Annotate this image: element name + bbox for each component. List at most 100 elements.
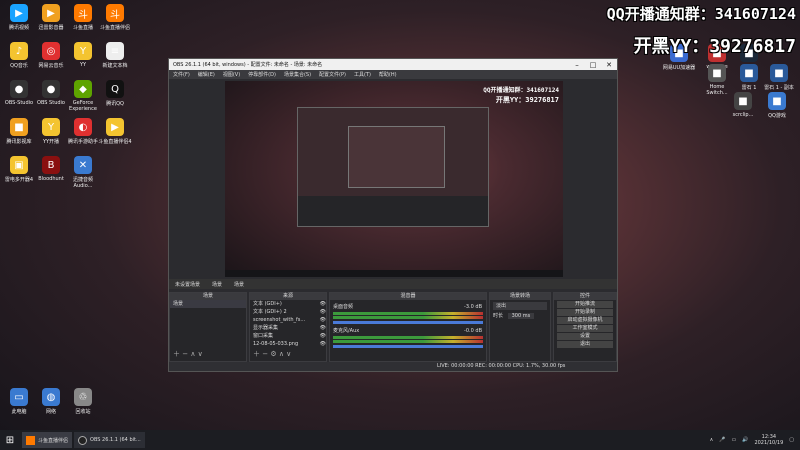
taskbar-item-douyu[interactable]: 斗鱼直播伴侣 xyxy=(22,432,73,448)
mixer-dock: 混音器 桌面音频 -3.0 dB 麦克风/Aux -0.0 dB xyxy=(329,292,487,362)
obs-window[interactable]: OBS 26.1.1 (64 bit, windows) - 配置文件: 未命名… xyxy=(168,58,618,372)
taskbar-item-label: OBS 26.1.1 (64 bit... xyxy=(90,437,141,443)
desktop-icon[interactable]: ◐ 腾讯手游助手 xyxy=(66,118,100,145)
obs-titlebar[interactable]: OBS 26.1.1 (64 bit, windows) - 配置文件: 未命名… xyxy=(169,59,617,70)
tray-chevron-up-icon[interactable]: ∧ xyxy=(710,437,714,443)
menu-item[interactable]: 帮助(H) xyxy=(375,71,401,78)
volume-icon[interactable]: 🔊 xyxy=(742,437,748,443)
desktop-icon[interactable]: 斗斗鱼直播 xyxy=(66,4,100,31)
menu-item[interactable]: 编辑(E) xyxy=(194,71,219,78)
sources-dock: 来源 文本 (GDI+) 👁 文本 (GDI+) 2 👁 screenshot_wi… xyxy=(249,292,327,362)
control-button[interactable]: 开始录制 xyxy=(557,309,613,316)
desktop-icon[interactable]: Q 腾讯QQ xyxy=(98,80,132,107)
sources-dock-toolbar[interactable]: ＋ − ⚙ ∧ ∨ xyxy=(253,349,291,359)
scene-tab[interactable]: 场景 xyxy=(228,281,250,288)
menu-item[interactable]: 停靠部件(D) xyxy=(244,71,280,78)
desktop-icon[interactable]: 斗斗鱼直播伴侣 xyxy=(98,4,132,31)
menu-item[interactable]: 工具(T) xyxy=(350,71,375,78)
control-button[interactable]: 退出 xyxy=(557,341,613,348)
desktop-icon-label: 迅雷影音器 xyxy=(38,25,64,31)
minimize-icon[interactable]: – xyxy=(569,61,585,69)
source-item[interactable]: 12-08-05-033.png 👁 xyxy=(250,340,326,348)
desktop-icon[interactable]: ≡ 新建文本档 xyxy=(98,42,132,69)
control-button[interactable]: 工作室模式 xyxy=(557,325,613,332)
source-label: 显示器采集 xyxy=(253,325,279,331)
desktop-icon-label: OBS Studio xyxy=(37,100,65,106)
menu-item[interactable]: 场景集合(S) xyxy=(280,71,315,78)
sources-dock-title: 来源 xyxy=(250,293,326,300)
desktop-icon[interactable]: ■ 腾讯影视库 xyxy=(2,118,36,145)
source-item[interactable]: 窗口采集 👁 xyxy=(250,332,326,340)
transition-select[interactable]: 淡出 xyxy=(493,302,547,310)
desktop-icon-label: GeForce Experience xyxy=(69,100,97,112)
desktop-icon[interactable]: ■ scrclip... xyxy=(726,92,760,118)
app-icon: ◍ xyxy=(42,388,60,406)
source-label: screenshot_with_fs... xyxy=(253,317,306,323)
mixer-dock-title: 混音器 xyxy=(330,293,486,300)
desktop-icon[interactable]: Y YY xyxy=(66,42,100,68)
desktop-icon[interactable]: ◍ 网络 xyxy=(34,388,68,415)
controls-dock-title: 控件 xyxy=(554,293,616,300)
desktop-icon[interactable]: ● OBS-Studio xyxy=(2,80,36,106)
eye-icon[interactable]: 👁 xyxy=(320,332,326,340)
desktop-icon[interactable]: Y YY开播 xyxy=(34,118,68,145)
desktop-icon-label: Bloodhunt xyxy=(38,176,64,182)
duration-input[interactable]: 300 ms xyxy=(507,313,535,319)
desktop-icon[interactable]: ✕ 迅捷音频 Audio... xyxy=(66,156,100,189)
scenes-dock-toolbar[interactable]: ＋ − ∧ ∨ xyxy=(173,349,203,359)
source-item[interactable]: 文本 (GDI+) 2 👁 xyxy=(250,308,326,316)
menu-item[interactable]: 配置文件(P) xyxy=(315,71,350,78)
scene-tab[interactable]: 场景 xyxy=(206,281,228,288)
obs-title: OBS 26.1.1 (64 bit, windows) - 配置文件: 未命名… xyxy=(173,62,323,68)
app-icon: ● xyxy=(10,80,28,98)
desktop-icon[interactable]: ♪ QQ音乐 xyxy=(2,42,36,69)
eye-icon[interactable]: 👁 xyxy=(320,300,326,308)
menu-item[interactable]: 视图(V) xyxy=(219,71,244,78)
windows-start-icon[interactable]: ⊞ xyxy=(0,430,20,450)
app-icon: ≡ xyxy=(106,42,124,60)
microphone-icon[interactable]: 🎤 xyxy=(719,437,725,443)
control-button[interactable]: 开始推流 xyxy=(557,301,613,308)
transition-duration-row: 时长 300 ms xyxy=(490,312,550,320)
taskbar-item-obs[interactable]: OBS 26.1.1 (64 bit... xyxy=(74,432,145,448)
control-button[interactable]: 启动虚拟摄像机 xyxy=(557,317,613,324)
desktop-icon[interactable]: ■ 雷石 1 - 副本 xyxy=(762,64,796,91)
menu-item[interactable]: 文件(F) xyxy=(169,71,194,78)
control-button[interactable]: 设置 xyxy=(557,333,613,340)
source-item[interactable]: 文本 (GDI+) 👁 xyxy=(250,300,326,308)
desktop-icon[interactable]: B Bloodhunt xyxy=(34,156,68,182)
desktop-icon[interactable]: ▣ 雷电多开器4 xyxy=(2,156,36,183)
maximize-icon[interactable]: □ xyxy=(585,61,601,69)
source-item[interactable]: 显示器采集 👁 xyxy=(250,324,326,332)
eye-icon[interactable]: 👁 xyxy=(320,340,326,348)
volume-slider[interactable] xyxy=(333,321,483,324)
volume-meter xyxy=(333,316,483,319)
desktop-icon[interactable]: ♲ 回收站 xyxy=(66,388,100,415)
controls-dock: 控件 开始推流 开始录制 启动虚拟摄像机 工作室模式 设置 退出 xyxy=(553,292,617,362)
desktop-icon[interactable]: ● OBS Studio xyxy=(34,80,68,106)
desktop-icon[interactable]: ▶ 斗鱼直播伴侣4 xyxy=(98,118,132,145)
eye-icon[interactable]: 👁 xyxy=(320,316,326,324)
desktop-icon-label: 网络 xyxy=(45,409,56,415)
desktop-icon[interactable]: ◎ 网易云音乐 xyxy=(34,42,68,69)
source-item[interactable]: screenshot_with_fs... 👁 xyxy=(250,316,326,324)
desktop-icon[interactable]: ■ 雷石 1 xyxy=(732,64,766,91)
app-icon: ▶ xyxy=(106,118,124,136)
scene-tab[interactable]: 未设置场景 xyxy=(169,281,206,288)
desktop-icon[interactable]: ◆ GeForce Experience xyxy=(66,80,100,112)
desktop-icon[interactable]: ▭ 此电脑 xyxy=(2,388,36,415)
scene-item[interactable]: 场景 xyxy=(170,300,246,308)
close-icon[interactable]: ✕ xyxy=(601,61,617,69)
obs-preview-canvas[interactable]: QQ开播通知群：341607124 开黑YY：39276817 xyxy=(225,81,563,277)
volume-slider[interactable] xyxy=(333,345,483,348)
obs-menubar: 文件(F) 编辑(E) 视图(V) 停靠部件(D) 场景集合(S) 配置文件(P) 工具(T… xyxy=(169,70,617,79)
eye-icon[interactable]: 👁 xyxy=(320,324,326,332)
clock[interactable]: 12:34 2021/10/19 xyxy=(754,434,783,446)
eye-icon[interactable]: 👁 xyxy=(320,308,326,316)
duration-label: 时长 xyxy=(493,313,504,319)
network-icon[interactable]: ▭ xyxy=(731,437,736,443)
desktop-icon[interactable]: ■ QQ游戏 xyxy=(760,92,794,119)
desktop-icon[interactable]: ▶ 腾讯视频 xyxy=(2,4,36,31)
notification-icon[interactable]: ▢ xyxy=(789,437,794,443)
desktop-icon[interactable]: ▶ 迅雷影音器 xyxy=(34,4,68,31)
